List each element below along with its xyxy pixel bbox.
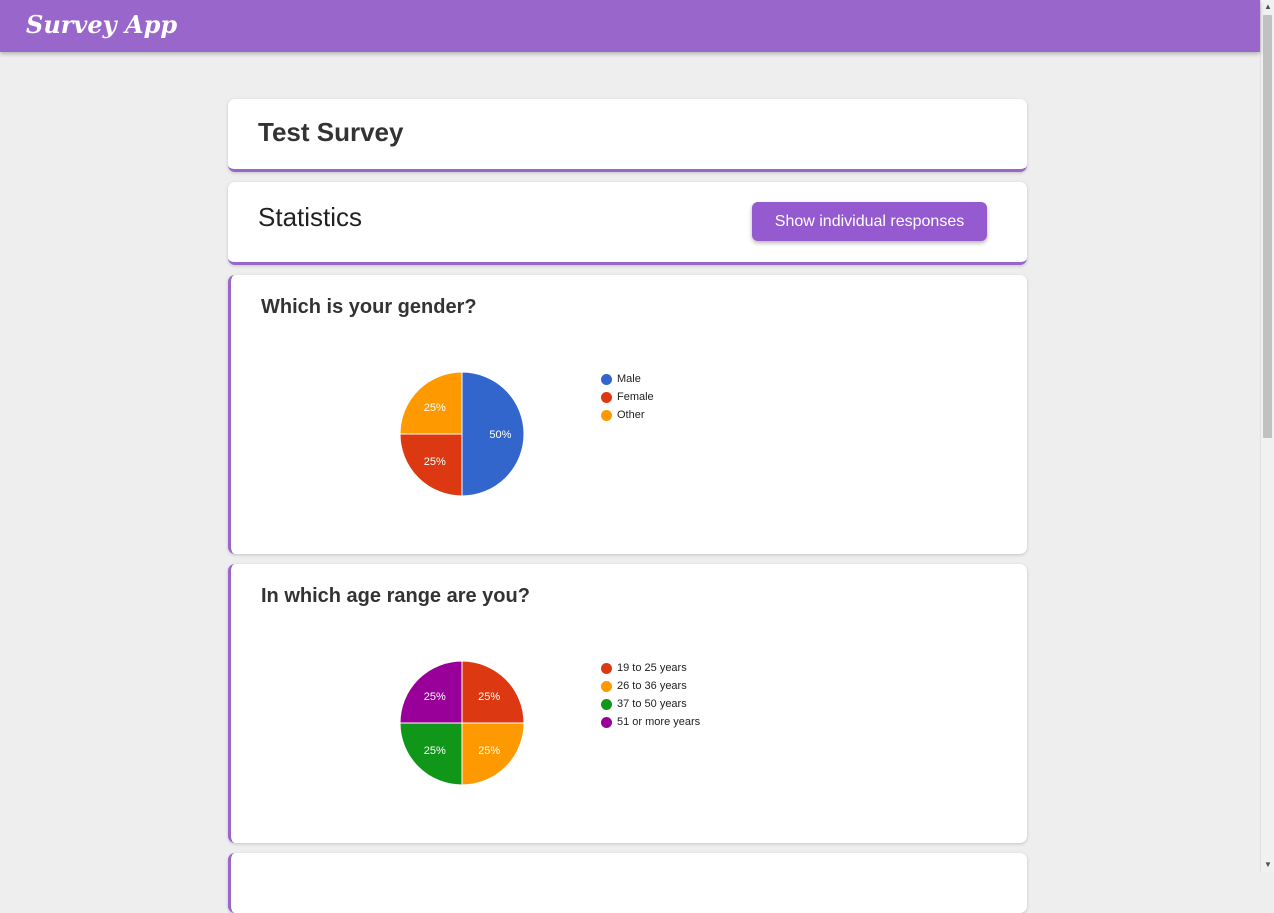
chart-legend-gender: Male Female Other (601, 370, 654, 424)
chart-legend-age-range: 19 to 25 years 26 to 36 years 37 to 50 yea… (601, 659, 700, 731)
legend-dot-icon (601, 662, 612, 674)
legend-item[interactable]: Female (601, 388, 654, 406)
question-card-age-range: In which age range are you? 25% 25% 25% 25%… (228, 564, 1027, 843)
legend-item[interactable]: 37 to 50 years (601, 695, 700, 713)
legend-item[interactable]: Other (601, 406, 654, 424)
pie-slice-label: 25% (478, 691, 500, 703)
pie-slice-label: 25% (424, 691, 446, 703)
scroll-down-arrow-icon[interactable]: ▼ (1261, 858, 1274, 872)
legend-dot-icon (601, 391, 612, 403)
legend-item[interactable]: 26 to 36 years (601, 677, 700, 695)
legend-label: 37 to 50 years (617, 698, 687, 710)
pie-slice-label: 25% (424, 745, 446, 757)
question-title: Which is your gender? (261, 296, 477, 318)
pie-slice-label: 25% (424, 456, 446, 468)
scroll-up-arrow-icon[interactable]: ▲ (1261, 0, 1274, 14)
legend-dot-icon (601, 680, 612, 692)
pie-chart-gender: 50% 25% 25% (399, 371, 525, 497)
survey-title: Test Survey (258, 117, 404, 147)
legend-label: Female (617, 391, 654, 403)
pie-slice-label: 50% (489, 429, 511, 441)
legend-label: 26 to 36 years (617, 680, 687, 692)
legend-label: Male (617, 373, 641, 385)
show-individual-responses-button[interactable]: Show individual responses (752, 202, 987, 241)
legend-dot-icon (601, 698, 612, 710)
statistics-heading: Statistics (258, 202, 363, 232)
legend-label: Other (617, 409, 645, 421)
pie-slice-label: 25% (424, 402, 446, 414)
scrollbar-thumb[interactable] (1263, 15, 1272, 438)
legend-item[interactable]: Male (601, 370, 654, 388)
survey-title-card: Test Survey (228, 99, 1027, 172)
pie-slice-label: 25% (478, 745, 500, 757)
question-title: In which age range are you? (261, 585, 530, 607)
legend-item[interactable]: 19 to 25 years (601, 659, 700, 677)
question-card-gender: Which is your gender? 50% 25% 25% Male Fema… (228, 275, 1027, 554)
pie-chart-age-range: 25% 25% 25% 25% (399, 660, 525, 786)
legend-item[interactable]: 51 or more years (601, 713, 700, 731)
legend-label: 51 or more years (617, 716, 701, 728)
vertical-scrollbar[interactable]: ▲ ▼ (1260, 0, 1274, 872)
legend-dot-icon (601, 373, 612, 385)
question-card-next (228, 853, 1027, 913)
legend-dot-icon (601, 716, 612, 728)
app-header: Survey App (0, 0, 1260, 52)
app-title[interactable]: Survey App (26, 10, 177, 39)
legend-label: 19 to 25 years (617, 662, 687, 674)
legend-dot-icon (601, 409, 612, 421)
statistics-card: Statistics Show individual responses (228, 182, 1027, 265)
